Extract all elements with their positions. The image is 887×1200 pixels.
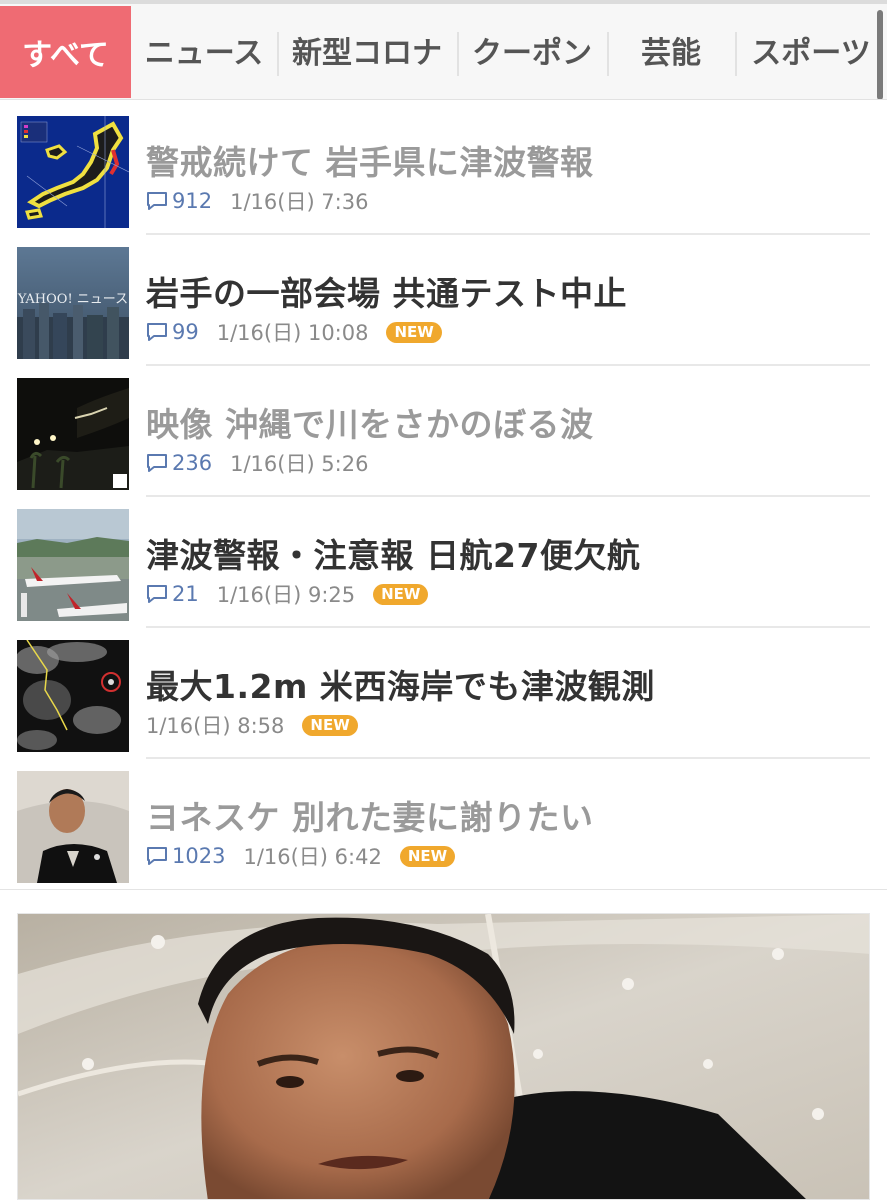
news-title: ヨネスケ 別れた妻に謝りたい [146,798,594,837]
news-item[interactable]: YAHOO! ニュース 岩手の一部会場 共通テスト中止 99 1/16(日) 1… [0,235,887,366]
comment-count: 236 [146,451,212,475]
news-date: 1/16(日) 5:26 [230,452,369,476]
tab-separator [277,32,279,76]
news-title: 警戒続けて 岩手県に津波警報 [146,143,594,182]
comment-icon [147,192,167,210]
tab-separator [735,32,737,76]
news-meta: 21 1/16(日) 9:25 NEW [146,579,429,609]
news-meta: 1023 1/16(日) 6:42 NEW [146,841,456,871]
tab-label: クーポン [472,36,592,71]
comment-count-value: 236 [172,451,213,475]
comment-count: 912 [146,189,212,213]
news-item[interactable]: 映像 沖縄で川をさかのぼる波 236 1/16(日) 5:26 [0,366,887,497]
tab-label: 新型コロナ [292,36,442,71]
thumbnail-logo-text: YAHOO! ニュース [17,292,128,307]
news-meta: 912 1/16(日) 7:36 [146,186,368,216]
comment-count-value: 21 [172,582,199,606]
comment-icon [147,323,167,341]
comment-count-value: 1023 [172,844,226,868]
news-item[interactable]: ヨネスケ 別れた妻に謝りたい 1023 1/16(日) 6:42 NEW [0,759,887,890]
tab-all[interactable]: すべて [0,6,131,98]
news-title: 津波警報・注意報 日航27便欠航 [146,536,641,575]
comment-count-value: 99 [172,320,199,344]
tab-news[interactable]: ニュース [131,4,277,96]
tab-label: ニュース [144,36,264,71]
comment-count: 1023 [146,844,225,868]
comment-count: 99 [146,320,199,344]
comment-icon [147,585,167,603]
news-thumbnail: YAHOO! ニュース [17,247,129,359]
news-date: 1/16(日) 8:58 [146,714,285,738]
news-item[interactable]: 最大1.2m 米西海岸でも津波観測 1/16(日) 8:58 NEW [0,628,887,759]
news-title: 最大1.2m 米西海岸でも津波観測 [146,667,655,706]
comment-icon [147,847,167,865]
new-badge: NEW [399,845,456,867]
featured-article-photo[interactable] [17,913,870,1200]
tab-scrollbar[interactable] [877,10,883,99]
news-thumbnail [17,116,129,228]
item-divider [0,889,887,890]
news-meta: 236 1/16(日) 5:26 [146,448,368,478]
news-item[interactable]: 警戒続けて 岩手県に津波警報 912 1/16(日) 7:36 [0,104,887,235]
news-list: 警戒続けて 岩手県に津波警報 912 1/16(日) 7:36 YAHOO! ニ… [0,104,887,890]
news-title: 映像 沖縄で川をさかのぼる波 [146,405,594,444]
tab-coupon[interactable]: クーポン [457,4,607,96]
news-meta: 1/16(日) 8:58 NEW [146,710,358,740]
tab-separator [457,32,459,76]
news-thumbnail [17,378,129,490]
tab-separator [607,32,609,76]
tab-label: 芸能 [641,36,701,71]
new-badge: NEW [386,321,442,343]
tab-label: スポーツ [751,36,871,71]
comment-icon [147,454,167,472]
tab-covid[interactable]: 新型コロナ [277,4,457,96]
category-tab-bar: すべて ニュース 新型コロナ クーポン 芸能 スポーツ [0,0,887,100]
news-item[interactable]: 津波警報・注意報 日航27便欠航 21 1/16(日) 9:25 NEW [0,497,887,628]
tab-label: すべて [22,38,109,73]
comment-count-value: 912 [172,189,213,213]
tab-list: すべて ニュース 新型コロナ クーポン 芸能 スポーツ [0,4,887,99]
news-date: 1/16(日) 6:42 [243,845,382,869]
new-badge: NEW [373,583,429,605]
news-thumbnail [17,771,129,883]
news-title: 岩手の一部会場 共通テスト中止 [146,274,627,313]
news-meta: 99 1/16(日) 10:08 NEW [146,317,442,347]
news-date: 1/16(日) 10:08 [216,321,369,345]
news-date: 1/16(日) 9:25 [216,583,356,607]
comment-count: 21 [146,582,199,606]
new-badge: NEW [302,714,358,736]
tab-sports[interactable]: スポーツ [735,4,887,96]
news-thumbnail [17,640,129,752]
tab-entertainment[interactable]: 芸能 [607,4,735,96]
news-thumbnail [17,509,129,621]
news-date: 1/16(日) 7:36 [230,190,369,214]
